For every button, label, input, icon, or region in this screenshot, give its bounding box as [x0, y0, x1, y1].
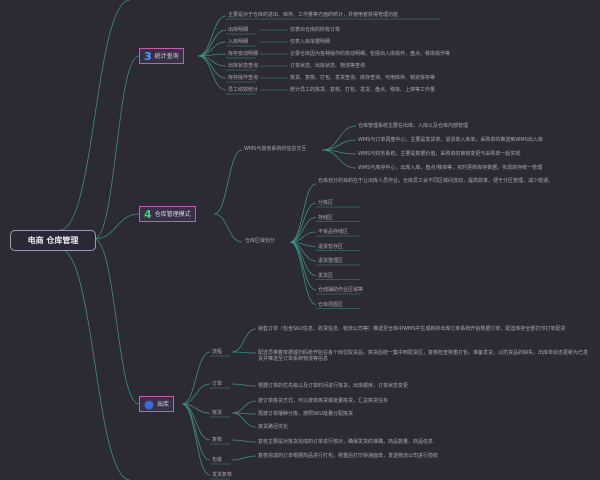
- area-item[interactable]: 退货整理区: [318, 258, 343, 264]
- partition-connector: [289, 217, 317, 243]
- stat-connector: [197, 55, 227, 79]
- wms-connector: [321, 149, 357, 169]
- outbound-item[interactable]: 再按订单播种分拣，按照SKU批量分配拣货: [258, 411, 588, 417]
- stat-item-desc[interactable]: 仅表出仓库的所有订单: [290, 27, 340, 33]
- outbound-group[interactable]: 流程: [212, 349, 222, 355]
- root-node[interactable]: 电商 仓库管理: [10, 230, 96, 251]
- partition-to-desc: [289, 183, 317, 243]
- outbound-group[interactable]: 包装: [212, 457, 222, 463]
- root-to-warehouse-mode: [93, 213, 140, 240]
- outbound-item-connector: [231, 439, 257, 443]
- wms-interaction-node[interactable]: WMS与其他系统的信息交互: [244, 146, 306, 152]
- outbound-item[interactable]: 根据订单的优先级以及订单时间进行拣货，出库顺序，订单状态变更: [258, 383, 588, 389]
- root-to-statistics: [93, 55, 140, 240]
- branch-statistics[interactable]: 3 统计查询: [139, 48, 184, 64]
- area-item[interactable]: 仓库周围区: [318, 302, 343, 308]
- outbound-item-connector: [231, 400, 257, 414]
- partition-connector: [289, 202, 317, 243]
- stat-item-desc[interactable]: 仅表入库单据明细: [290, 39, 330, 45]
- area-item[interactable]: 存储区: [318, 215, 333, 221]
- outbound-connector: [181, 403, 211, 476]
- stat-item-name[interactable]: 入库明细: [228, 39, 248, 45]
- stat-item-desc[interactable]: 记录仓库因为各种操作的变动明细，包括出入库操作，盘点、移库操作等: [290, 51, 450, 57]
- branch-label: 统计查询: [154, 53, 179, 60]
- stat-item-desc[interactable]: 订单状态、出库状态、物流等查询: [290, 63, 365, 69]
- outbound-group[interactable]: 拣货: [212, 410, 222, 416]
- stat-item-name[interactable]: 出库明细: [228, 27, 248, 33]
- mode-to-wms: [213, 149, 243, 215]
- outbound-item-connector: [231, 351, 257, 354]
- stat-connector: [197, 29, 227, 57]
- outbound-item-connector: [231, 455, 257, 461]
- branch-warehouse-mode[interactable]: 4 仓库管理模式: [139, 206, 196, 222]
- wms-connector: [321, 125, 357, 151]
- stat-item-name[interactable]: 库存变动明细: [228, 51, 258, 57]
- outbound-item[interactable]: 复核完成的订单根据商品进行打包，称重后打印快递面单，发送物流公司进行揽收: [258, 453, 588, 459]
- number-5-icon: [144, 400, 154, 410]
- area-partition-desc: 仓库划分的目的在于让出库人员作业，仓库员工会不同区域间流动，提高效率，便于分区管…: [318, 178, 554, 184]
- outbound-item[interactable]: 拣货路径优化: [258, 424, 588, 430]
- outbound-item[interactable]: 销售订单（包含SKU信息、收货信息、物流公司等）推送至仓库中WMS中生成新的出库…: [258, 326, 588, 332]
- area-item[interactable]: 不良品存储区: [318, 229, 348, 235]
- stat-item-name[interactable]: 员工绩效统计: [228, 87, 258, 93]
- outbound-group[interactable]: 发货复核: [212, 472, 232, 478]
- root-to-offscreen-up: [59, 0, 131, 231]
- outbound-connector: [181, 383, 211, 405]
- wms-item[interactable]: WMS与财务系统，主要是数据价值，采购单的审核变更与采购单一起实现: [358, 151, 520, 157]
- mode-to-partition: [213, 213, 243, 243]
- outbound-group[interactable]: 订单: [212, 381, 222, 387]
- area-item[interactable]: 退货暂存区: [318, 244, 343, 250]
- stat-item-name[interactable]: 出库状态查询: [228, 63, 258, 69]
- wms-item[interactable]: WMS与库存中心，出库入库，盘点/移库等，实时更新库存数据，实现库存统一管理: [358, 165, 542, 171]
- area-item[interactable]: 仓储辅助作业区域等: [318, 287, 363, 293]
- root-to-outbound: [93, 238, 140, 405]
- statistics-intro: 主要是对于仓库的进出、库存、工作量等方面的统计，并使用者获得管理功能: [228, 12, 399, 18]
- partition-connector: [289, 241, 317, 276]
- branch-label: 仓库管理模式: [154, 211, 191, 218]
- stat-to-intro: [197, 15, 227, 57]
- root-to-offscreen-down: [59, 248, 131, 480]
- area-item[interactable]: 发货区: [318, 273, 333, 279]
- outbound-item-connector: [231, 412, 257, 428]
- wms-connector: [321, 139, 357, 151]
- area-item[interactable]: 分拣区: [318, 200, 333, 206]
- branch-outbound[interactable]: 出库: [139, 396, 175, 412]
- stat-item-desc[interactable]: 拣货、复核、打包、发货查询、库存查询、可用库存、锁定库存等: [290, 75, 435, 81]
- outbound-item[interactable]: 按订单拣货方式，可以按单拣货或批量拣货，汇总拣货任务: [258, 398, 588, 404]
- area-partition-node[interactable]: 仓库区域划分: [245, 238, 275, 244]
- branch-label: 出库: [157, 401, 170, 408]
- partition-connector: [289, 241, 317, 291]
- stat-item-name[interactable]: 库存操作查询: [228, 75, 258, 81]
- wms-item[interactable]: 仓库管理系统主要在出库、入库以及仓库内部管理: [358, 123, 468, 129]
- outbound-item[interactable]: 复核主要是对拣货完成的订单进行核对，确保发货的准确，商品数量、商品信息: [258, 439, 588, 445]
- outbound-group[interactable]: 复核: [212, 437, 222, 443]
- branch-number-badge: 3: [144, 50, 152, 63]
- outbound-item-connector: [231, 383, 257, 387]
- outbound-item[interactable]: 配送员带着单据或扫码枪开始在各个库位取货品，拣货后统一集中到配货区，复核检查称重…: [258, 350, 588, 362]
- wms-item[interactable]: WMS与订单调度中心，主要是发货单，退货单入库单，采购单的推送到WMS出入库: [358, 137, 543, 143]
- outbound-connector: [181, 351, 211, 405]
- outbound-item-connector: [231, 328, 257, 353]
- stat-item-desc[interactable]: 统计员工的拣货、复核、打包、发货、盘点、移库、上架等工作量: [290, 87, 435, 93]
- outbound-connector: [181, 403, 211, 441]
- branch-number-badge: 4: [144, 208, 152, 221]
